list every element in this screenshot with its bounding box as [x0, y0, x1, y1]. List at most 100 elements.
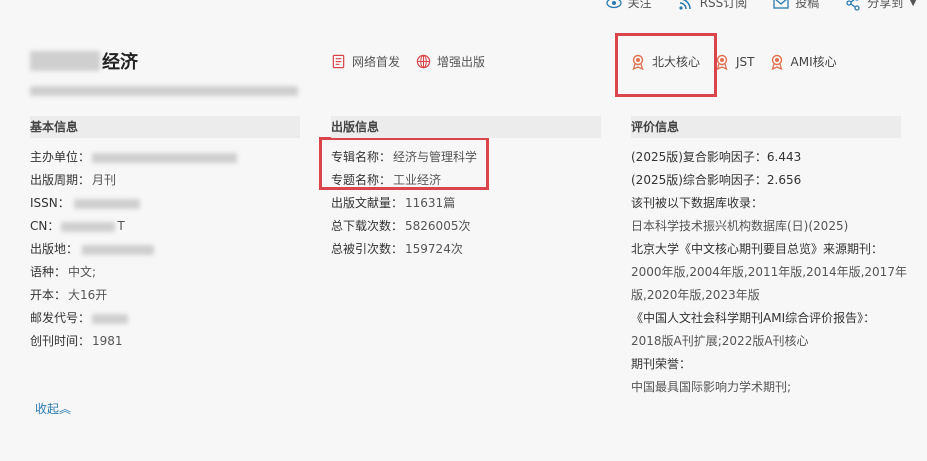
rss-icon [679, 0, 691, 10]
mail-icon [773, 0, 789, 9]
eval-line: 该刊被以下数据库收录： [631, 192, 901, 215]
enhanced-publish-label: 增强出版 [437, 55, 486, 69]
caret-down-icon: ▼ [909, 0, 917, 8]
eval-text: 中国最具国际影响力学术期刊; [631, 380, 792, 394]
row-value: 工业经济 [393, 173, 442, 187]
online-first-tag[interactable]: 网络首发 [331, 53, 400, 70]
eval-line: 期刊荣誉： [631, 353, 901, 376]
enhanced-publish-tag[interactable]: 增强出版 [416, 53, 485, 70]
publication-tags: 网络首发 增强出版 [331, 53, 485, 70]
eval-text: (2025版)综合影响因子：2.656 [631, 173, 802, 187]
row-label: 语种： [30, 265, 67, 279]
eval-line: (2025版)综合影响因子：2.656 [631, 169, 901, 192]
row-label: 出版地： [30, 242, 79, 256]
award-icon [771, 54, 782, 70]
eval-text: 版,2020年版,2023年版 [631, 288, 760, 302]
highlight-box-pku-core [615, 33, 717, 97]
eval-line: 2018版A刊扩展;2022版A刊核心 [631, 330, 901, 353]
ami-core-tag[interactable]: AMI核心 [769, 53, 837, 70]
eval-line: (2025版)复合影响因子：6.443 [631, 146, 901, 169]
ami-core-label: AMI核心 [790, 55, 837, 69]
submit-label: 投稿 [795, 0, 820, 10]
row-label: 出版文献量： [331, 196, 404, 210]
journal-title-row: 经济 [30, 48, 138, 74]
row-label: 专辑名称： [331, 150, 392, 164]
eval-line: 版,2020年版,2023年版 [631, 284, 901, 307]
info-row: 语种： 中文; [30, 261, 300, 284]
info-row: CN： T [30, 215, 300, 238]
redacted-value [92, 313, 129, 324]
share-label: 分享到 [867, 0, 904, 10]
row-label: 出版周期： [30, 173, 91, 187]
collapse-link[interactable]: 收起︽ [35, 400, 71, 417]
row-label: 邮发代号： [30, 311, 91, 325]
eval-line: 北京大学《中文核心期刊要目总览》来源期刊： [631, 238, 901, 261]
row-label: 总下载次数： [331, 219, 404, 233]
row-label: 创刊时间： [30, 334, 91, 348]
eval-line: 日本科学技术振兴机构数据库(日)(2025) [631, 215, 901, 238]
row-value: T [117, 219, 125, 233]
publish-info-section: 出版信息 专辑名称： 经济与管理科学 专题名称： 工业经济 出版文献量： 11631篇… [331, 116, 601, 261]
share-icon [846, 0, 860, 11]
info-row: 出版周期： 月刊 [30, 169, 300, 192]
redacted-title-prefix [30, 51, 100, 71]
eval-line: 2000年版,2004年版,2011年版,2014年版,2017年 [631, 261, 907, 284]
info-row: 总下载次数： 5826005次 [331, 215, 601, 238]
info-row: ISSN： [30, 192, 300, 215]
row-label: 专题名称： [331, 173, 392, 187]
redacted-value [82, 244, 155, 255]
eye-icon [606, 0, 622, 8]
publish-info-title: 出版信息 [331, 120, 380, 134]
basic-info-section: 基本信息 主办单位： 出版周期： 月刊 ISSN： CN： T 出版地： 语种： 中文… [30, 116, 300, 353]
eval-line: 《中国人文社会科学期刊AMI综合评价报告》： [631, 307, 901, 330]
info-row: 出版地： [30, 238, 300, 261]
eval-line: 中国最具国际影响力学术期刊; [631, 376, 901, 399]
eval-text: 2000年版,2004年版,2011年版,2014年版,2017年 [631, 265, 907, 279]
section-header: 评价信息 [631, 116, 901, 138]
jst-tag[interactable]: JST [714, 53, 755, 70]
top-action-bar: 关注 RSS订阅 投稿 分享到 ▼ [606, 0, 917, 11]
info-row: 专辑名称： 经济与管理科学 [331, 146, 601, 169]
row-label: 开本： [30, 288, 67, 302]
row-label: 主办单位： [30, 150, 91, 164]
basic-info-title: 基本信息 [30, 120, 79, 134]
rss-button[interactable]: RSS订阅 [678, 0, 748, 11]
row-value: 1981 [92, 334, 123, 348]
info-row: 创刊时间： 1981 [30, 330, 300, 353]
globe-icon [416, 54, 431, 69]
journal-title: 经济 [102, 52, 138, 73]
row-value: 经济与管理科学 [393, 150, 478, 164]
rss-label: RSS订阅 [699, 0, 748, 10]
info-row: 专题名称： 工业经济 [331, 169, 601, 192]
share-button[interactable]: 分享到 ▼ [845, 0, 917, 11]
row-label: CN： [30, 219, 60, 233]
info-row: 总被引次数： 159724次 [331, 238, 601, 261]
evaluation-info-title: 评价信息 [631, 120, 680, 134]
row-value: 月刊 [92, 173, 117, 187]
follow-button[interactable]: 关注 [606, 0, 652, 11]
redacted-value [73, 198, 140, 209]
eval-text: 2018版A刊扩展;2022版A刊核心 [631, 334, 809, 348]
eval-text: 日本科学技术振兴机构数据库(日)(2025) [631, 219, 849, 233]
document-icon [332, 54, 345, 69]
row-value: 中文; [68, 265, 97, 279]
jst-label: JST [736, 54, 755, 69]
eval-text: (2025版)复合影响因子：6.443 [631, 150, 802, 164]
row-label: 总被引次数： [331, 242, 404, 256]
eval-text: 该刊被以下数据库收录： [631, 196, 764, 210]
follow-label: 关注 [627, 0, 652, 10]
redacted-value [61, 221, 116, 232]
redacted-subtitle [30, 86, 298, 96]
info-row: 出版文献量： 11631篇 [331, 192, 601, 215]
eval-text: 北京大学《中文核心期刊要目总览》来源期刊： [631, 242, 884, 256]
eval-text: 期刊荣誉： [631, 357, 692, 371]
redacted-value [92, 152, 238, 163]
online-first-label: 网络首发 [352, 55, 401, 69]
info-row: 开本： 大16开 [30, 284, 300, 307]
info-row: 主办单位： [30, 146, 300, 169]
row-value: 159724次 [405, 242, 463, 256]
submit-button[interactable]: 投稿 [773, 0, 819, 11]
evaluation-info-section: 评价信息 (2025版)复合影响因子：6.443 (2025版)综合影响因子：2… [631, 116, 907, 399]
section-header: 出版信息 [331, 116, 601, 138]
row-label: ISSN： [30, 196, 70, 210]
